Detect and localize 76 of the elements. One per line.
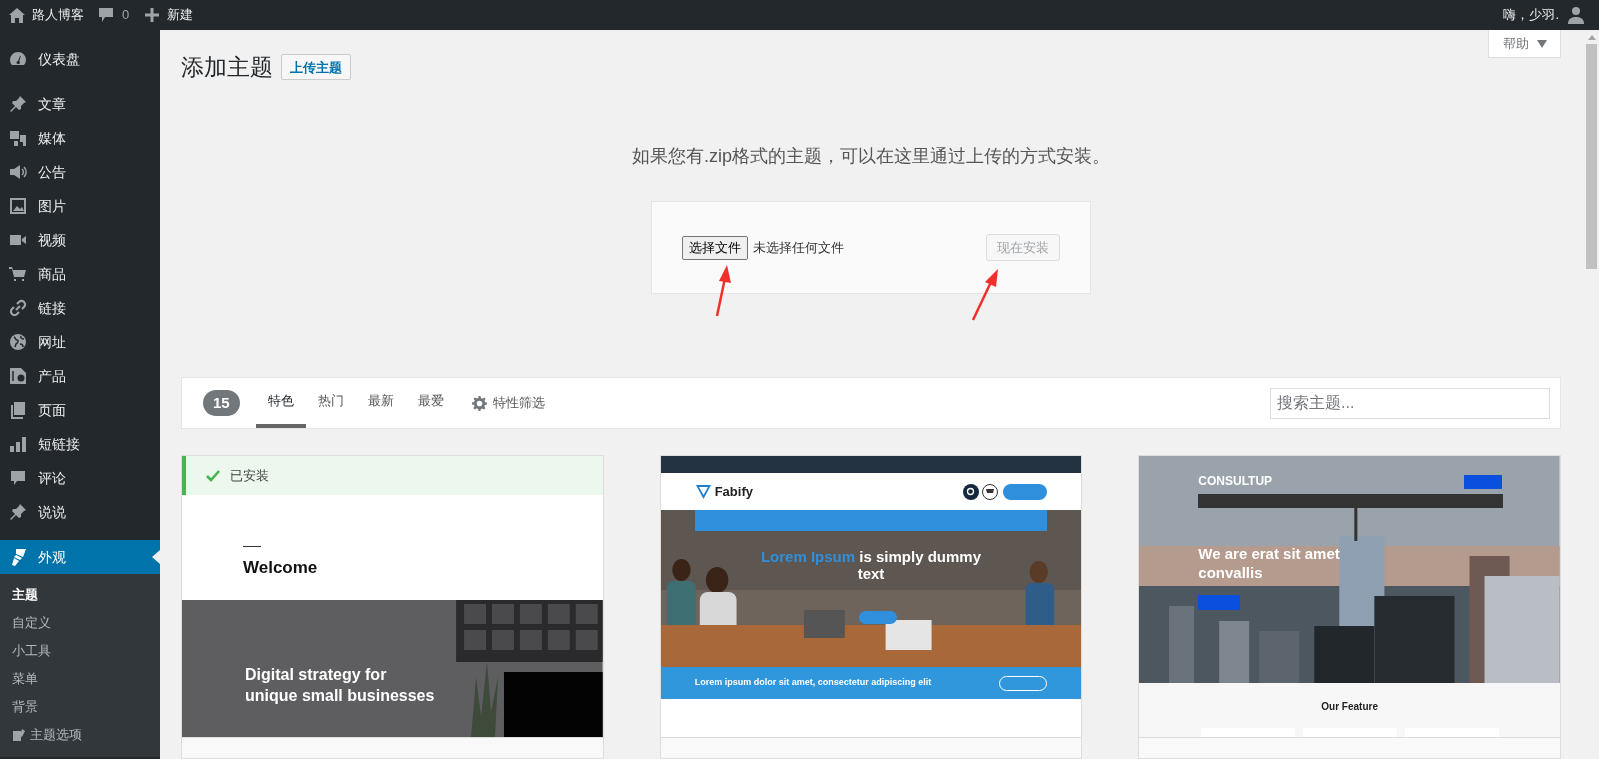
upload-instructions: 如果您有.zip格式的主题，可以在这里通过上传的方式安装。 [631,145,1111,168]
filter-tab[interactable]: 最爱 [405,378,456,428]
diamond-logo-icon [694,483,712,500]
annotation-arrow [971,269,998,321]
image-icon [8,196,28,216]
dropdown-caret-icon [1536,39,1547,48]
globe-icon [8,332,28,352]
sidebar-item[interactable]: 评论 [0,461,160,495]
preview-headline: is simply dummy text [857,548,981,582]
sidebar-item[interactable]: 网址 [0,325,160,359]
theme-count: 15 [203,390,240,416]
new-link[interactable]: 新建 [145,5,194,25]
pin-icon [8,502,28,522]
home-icon [8,6,26,24]
preview-section-title: Our Feature [1321,700,1378,714]
preview-banner-text: Lorem ipsum dolor sit amet, consectetur adipiscing elit [694,676,932,690]
sidebar-item[interactable]: 说说 [0,495,160,529]
preview-logo: CONSULTUP [1198,473,1273,490]
search-icon [963,483,980,500]
scrollbar-thumb[interactable] [1586,44,1597,269]
upload-theme-button[interactable]: 上传主题 [281,54,351,81]
sidebar-item[interactable]: 图片 [0,189,160,223]
page-title: 添加主题 [181,53,273,82]
submenu-item[interactable]: 菜单 [0,665,160,693]
cart-icon [8,264,28,284]
settings-panel-icon [12,728,26,742]
sidebar-item[interactable]: 视频 [0,223,160,257]
sidebar-item[interactable]: 产品 [0,359,160,393]
link-icon [8,298,28,318]
document-icon [8,366,28,386]
choose-file-button[interactable]: 选择文件 [682,235,748,260]
annotation-arrow [715,265,731,317]
preview-tagline-line: Digital strategy for [245,665,388,685]
feature-filter-link[interactable]: 特性筛选 [471,393,545,413]
submenu-item[interactable]: 主题选项 [0,721,160,749]
preview-headline-highlight: Lorem Ipsum [760,548,856,565]
megaphone-icon [8,162,28,182]
scroll-up-icon [1587,35,1596,40]
sidebar-item[interactable]: 仪表盘 [0,42,160,76]
sidebar-item[interactable]: 媒体 [0,121,160,155]
sidebar-item[interactable]: 文章 [0,87,160,121]
filter-tab[interactable]: 特色 [255,378,306,428]
media-icon [8,128,28,148]
submenu-item[interactable]: 小工具 [0,637,160,665]
comments-link[interactable]: 0 [98,5,130,25]
speech-bubble-icon [98,7,114,23]
filter-tab[interactable]: 最新 [355,378,406,428]
checkmark-icon [206,469,220,482]
sidebar-item[interactable]: 短链接 [0,427,160,461]
submenu-item[interactable]: 主题 [0,581,160,609]
sidebar-item[interactable]: 页面 [0,393,160,427]
site-name-link[interactable]: 路人博客 [8,5,84,25]
account-link[interactable]: 嗨，少羽. [1503,5,1585,25]
sidebar-item[interactable]: 链接 [0,291,160,325]
pages-icon [8,400,28,420]
sidebar-item[interactable]: 商品 [0,257,160,291]
pin-icon [8,94,28,114]
preview-logo: Fabify [714,482,753,501]
submenu-item[interactable]: 背景 [0,693,160,721]
submenu-item[interactable]: 自定义 [0,609,160,637]
filter-tab[interactable]: 热门 [305,378,356,428]
sidebar-item[interactable]: 公告 [0,155,160,189]
help-tab[interactable]: 帮助 [1488,30,1561,58]
settings-icon [471,395,487,411]
file-status-text: 未选择任何文件 [753,238,844,257]
installed-notice: 已安装 [182,456,603,495]
current-menu-pointer-icon [152,550,160,564]
preview-tagline-line: unique small businesses [245,686,435,706]
search-field[interactable]: 搜索主题... [1270,387,1550,419]
preview-heading: Welcome [243,556,319,579]
plus-icon [145,8,160,22]
cart-icon [982,483,999,500]
preview-headline: We are erat sit amet convallis [1198,544,1341,582]
sidebar-item[interactable]: 外观 [0,540,160,574]
user-icon [1567,6,1585,24]
bar-chart-icon [8,434,28,454]
